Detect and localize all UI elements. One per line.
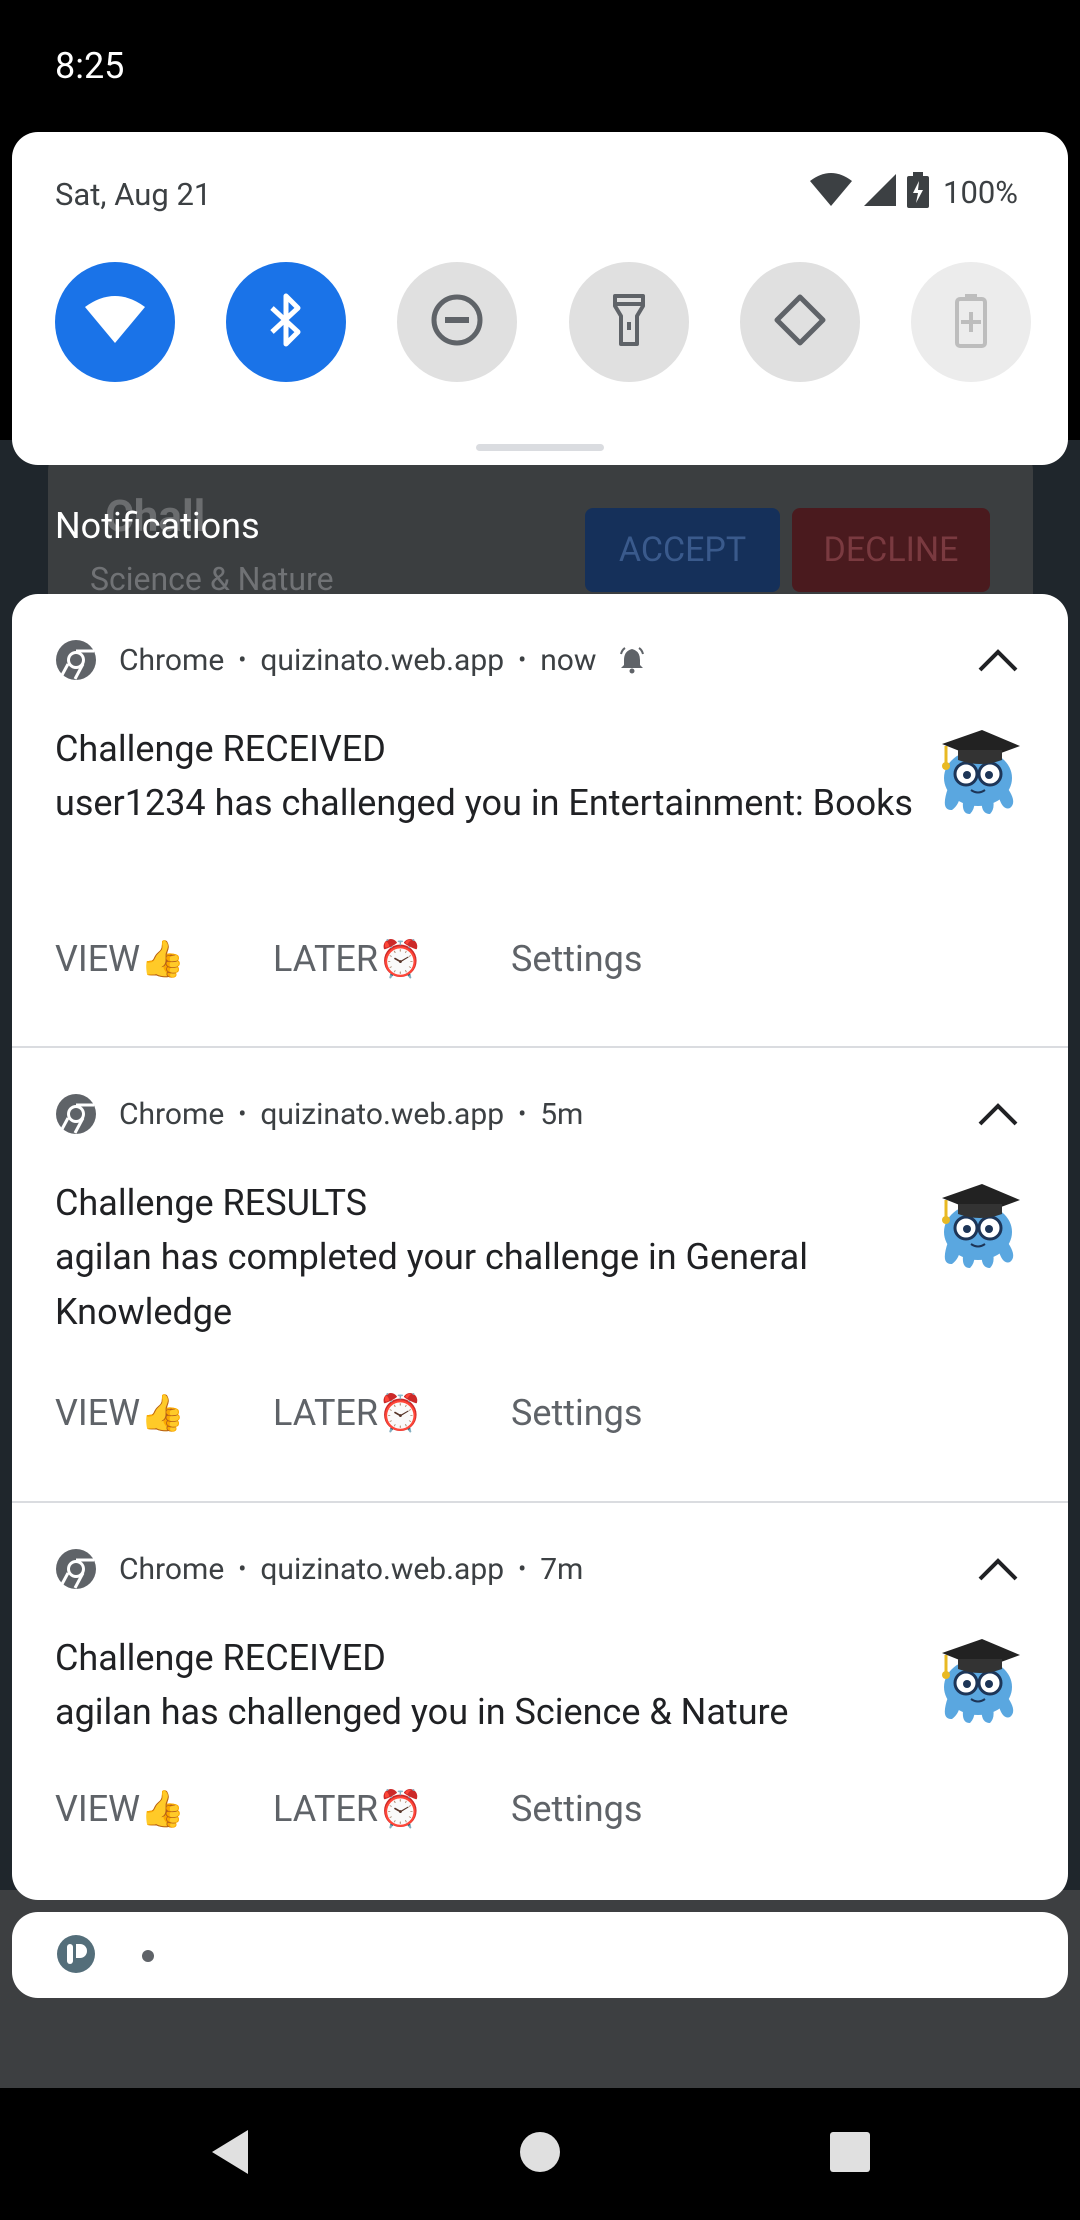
settings-action-button[interactable]: Settings — [511, 938, 642, 980]
back-button[interactable] — [200, 2088, 260, 2220]
notification-site: quizinato.web.app — [260, 642, 505, 678]
quick-settings-panel[interactable]: Sat, Aug 21 100% — [12, 132, 1068, 465]
notification-body: agilan has completed your challenge in G… — [55, 1236, 808, 1333]
home-circle-icon — [518, 2130, 562, 2178]
notification-title: Challenge RESULTS — [55, 1182, 368, 1224]
collapse-chevron-icon[interactable] — [974, 1096, 1022, 1132]
notification-site: quizinato.web.app — [260, 1096, 505, 1132]
notification-actions: VIEW👍 LATER⏰ Settings — [55, 1392, 642, 1434]
notification-app-name: Chrome — [119, 1551, 225, 1587]
recents-button[interactable] — [820, 2088, 880, 2220]
bluetooth-tile[interactable] — [226, 262, 347, 382]
view-action-button[interactable]: VIEW👍 — [55, 938, 273, 980]
system-navigation-bar — [0, 2088, 1080, 2220]
chrome-icon — [55, 1548, 97, 1590]
notification-header: Chrome • quizinato.web.app • now — [55, 638, 646, 682]
background-card-subtitle: Science & Nature — [90, 560, 334, 598]
notification-card[interactable]: Chrome • quizinato.web.app • 7m Challeng… — [12, 1503, 1068, 1900]
flashlight-icon — [611, 292, 647, 352]
battery-saver-tile[interactable] — [910, 262, 1031, 382]
separator-dot — [142, 1950, 154, 1962]
bluetooth-icon — [266, 292, 306, 352]
notification-app-name: Chrome — [119, 1096, 225, 1132]
later-action-button[interactable]: LATER⏰ — [273, 1392, 511, 1434]
separator-dot: • — [238, 1100, 247, 1128]
notifications-header: Notifications — [55, 505, 260, 547]
settings-action-button[interactable]: Settings — [511, 1788, 642, 1830]
qs-drag-handle[interactable] — [476, 444, 604, 451]
notification-card[interactable]: Chrome • quizinato.web.app • 5m Challeng… — [12, 1048, 1068, 1502]
recents-square-icon — [829, 2131, 871, 2177]
notification-time: 7m — [540, 1551, 584, 1587]
notification-header: Chrome • quizinato.web.app • 5m — [55, 1092, 583, 1136]
back-triangle-icon — [208, 2128, 252, 2180]
view-action-button[interactable]: VIEW👍 — [55, 1788, 273, 1830]
alert-bell-icon — [618, 646, 646, 674]
notification-app-name: Chrome — [119, 642, 225, 678]
flashlight-tile[interactable] — [568, 262, 689, 382]
view-action-button[interactable]: VIEW👍 — [55, 1392, 273, 1434]
cell-signal-icon — [863, 173, 897, 211]
battery-icon — [907, 172, 930, 212]
home-button[interactable] — [512, 2088, 568, 2220]
status-bar-time: 8:25 — [55, 45, 125, 87]
battery-saver-icon — [954, 292, 987, 352]
notification-actions: VIEW👍 LATER⏰ Settings — [55, 1788, 642, 1830]
notification-body: agilan has challenged you in Science & N… — [55, 1691, 789, 1733]
notification-time: 5m — [540, 1096, 584, 1132]
chrome-icon — [55, 639, 97, 681]
collapsed-notification[interactable] — [12, 1912, 1068, 1998]
app-icon — [56, 1934, 96, 1978]
separator-dot: • — [518, 1100, 527, 1128]
background-accept-button: ACCEPT — [585, 508, 780, 592]
separator-dot: • — [238, 646, 247, 674]
collapse-chevron-icon[interactable] — [974, 642, 1022, 678]
quiz-mascot-icon — [930, 1625, 1026, 1725]
notification-header: Chrome • quizinato.web.app • 7m — [55, 1547, 583, 1591]
later-action-button[interactable]: LATER⏰ — [273, 1788, 511, 1830]
wifi-tile[interactable] — [55, 262, 175, 382]
notification-group: Chrome • quizinato.web.app • now Challen… — [12, 594, 1068, 1900]
auto-rotate-icon — [771, 291, 829, 353]
quick-settings-tiles — [55, 262, 1031, 382]
background-decline-button: DECLINE — [792, 508, 990, 592]
qs-status-icons: 100% — [809, 172, 1018, 212]
separator-dot: • — [238, 1555, 247, 1583]
collapse-chevron-icon[interactable] — [974, 1551, 1022, 1587]
notification-body: user1234 has challenged you in Entertain… — [55, 782, 913, 824]
notification-card[interactable]: Chrome • quizinato.web.app • now Challen… — [12, 594, 1068, 1047]
wifi-icon — [84, 295, 146, 349]
notification-time: now — [540, 642, 597, 678]
later-action-button[interactable]: LATER⏰ — [273, 938, 511, 980]
separator-dot: • — [518, 646, 527, 674]
chrome-icon — [55, 1093, 97, 1135]
separator-dot: • — [518, 1555, 527, 1583]
do-not-disturb-tile[interactable] — [397, 262, 518, 382]
qs-date[interactable]: Sat, Aug 21 — [55, 176, 211, 213]
wifi-signal-icon — [809, 173, 853, 211]
notification-actions: VIEW👍 LATER⏰ Settings — [55, 938, 642, 980]
battery-percentage: 100% — [943, 173, 1018, 211]
notification-title: Challenge RECEIVED — [55, 1637, 386, 1679]
auto-rotate-tile[interactable] — [739, 262, 860, 382]
do-not-disturb-icon — [430, 293, 484, 351]
notification-site: quizinato.web.app — [260, 1551, 505, 1587]
quiz-mascot-icon — [930, 1170, 1026, 1270]
settings-action-button[interactable]: Settings — [511, 1392, 642, 1434]
quiz-mascot-icon — [930, 716, 1026, 816]
notification-title: Challenge RECEIVED — [55, 728, 386, 770]
